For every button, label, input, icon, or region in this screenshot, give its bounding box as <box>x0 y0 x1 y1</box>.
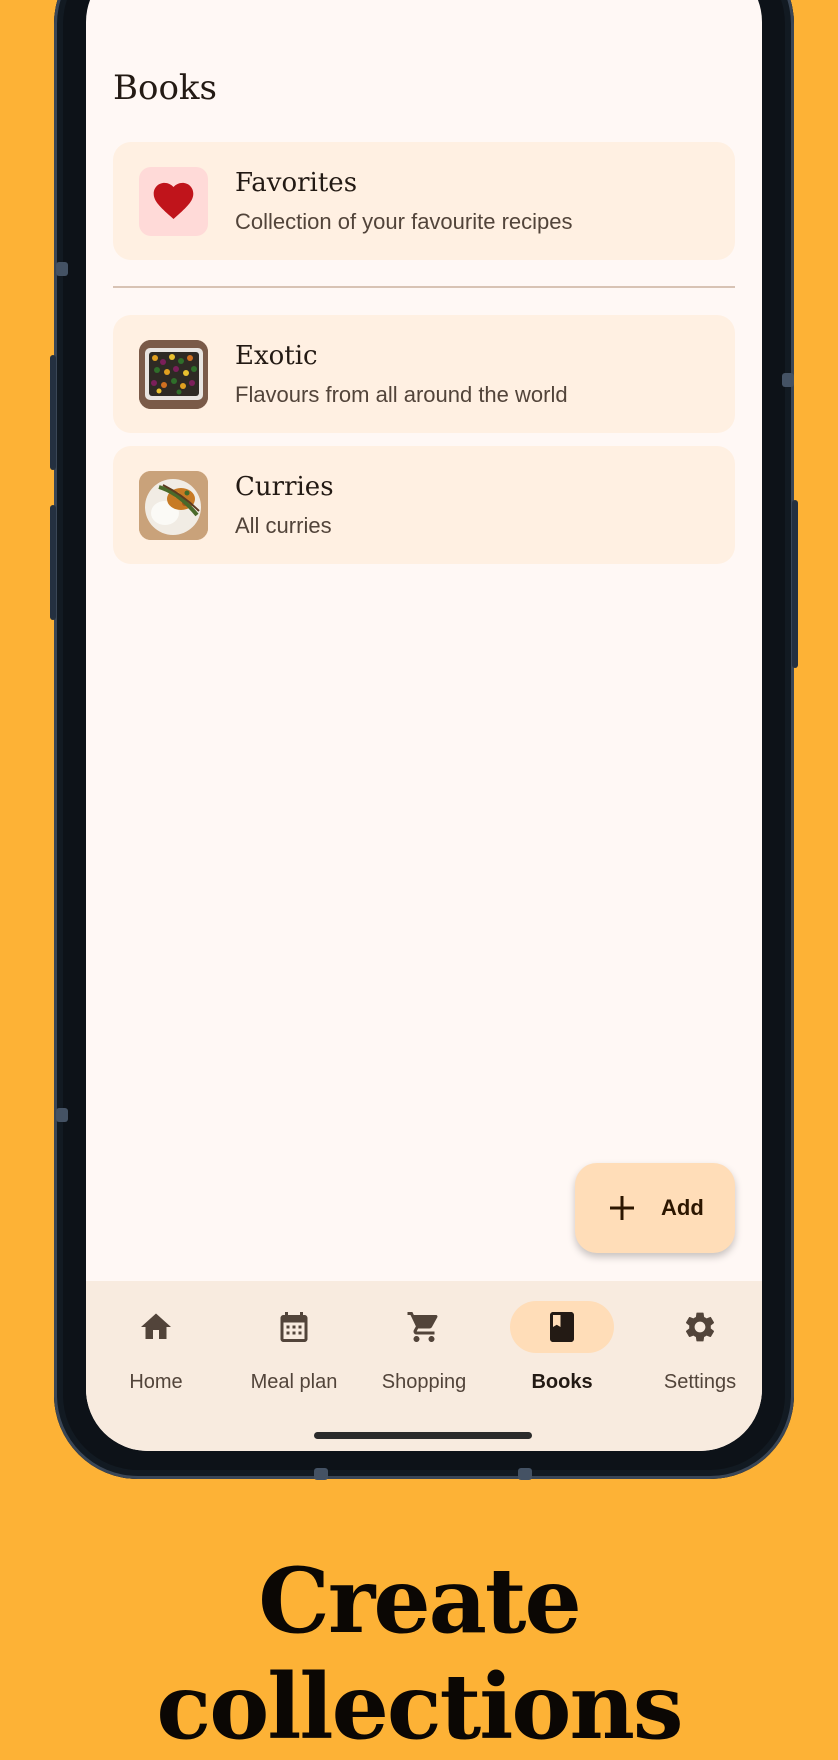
phone-antenna-line <box>56 262 68 276</box>
phone-antenna-line <box>314 1468 328 1480</box>
plus-icon <box>610 1196 634 1220</box>
phone-antenna-line <box>782 373 794 387</box>
add-button[interactable]: Add <box>575 1163 735 1253</box>
nav-item-meal-plan[interactable]: Meal plan <box>226 1281 362 1401</box>
phone-volume-up-button <box>50 355 56 470</box>
phone-antenna-line <box>518 1468 532 1480</box>
phone-screen: Books Favorites Collection of your favou… <box>86 0 762 1451</box>
divider <box>113 286 735 288</box>
book-title: Curries <box>235 472 334 502</box>
book-card-curries[interactable]: Curries All curries <box>113 446 735 564</box>
nav-label: Home <box>129 1371 183 1393</box>
marketing-caption: Create collections <box>156 1548 683 1760</box>
curry-dish-photo <box>139 471 208 540</box>
book-card-favorites[interactable]: Favorites Collection of your favourite r… <box>113 142 735 260</box>
exotic-dish-photo <box>139 340 208 409</box>
phone-volume-down-button <box>50 505 56 620</box>
nav-item-home[interactable]: Home <box>88 1281 224 1401</box>
book-icon <box>550 1312 574 1342</box>
cart-icon <box>407 1312 438 1342</box>
gear-icon <box>685 1312 715 1342</box>
gesture-home-indicator[interactable] <box>314 1432 532 1439</box>
add-button-label: Add <box>661 1195 704 1220</box>
nav-label: Shopping <box>381 1371 467 1393</box>
nav-item-settings[interactable]: Settings <box>632 1281 762 1401</box>
favorites-thumbnail <box>139 167 208 236</box>
nav-label: Books <box>531 1371 593 1393</box>
nav-item-shopping[interactable]: Shopping <box>356 1281 492 1401</box>
book-title: Exotic <box>235 341 318 371</box>
phone-power-button <box>792 500 798 668</box>
page-title: Books <box>113 68 217 108</box>
book-subtitle: Collection of your favourite recipes <box>235 209 573 234</box>
nav-label: Settings <box>663 1371 737 1393</box>
bottom-navigation: Home Meal plan Shopping Books Settings <box>86 1281 762 1451</box>
book-subtitle: Flavours from all around the world <box>235 382 568 407</box>
heart-icon <box>153 182 194 219</box>
book-card-exotic[interactable]: Exotic Flavours from all around the worl… <box>113 315 735 433</box>
book-subtitle: All curries <box>235 513 332 538</box>
phone-antenna-line <box>56 1108 68 1122</box>
book-title: Favorites <box>235 168 358 198</box>
nav-item-books[interactable]: Books <box>494 1281 630 1401</box>
calendar-icon <box>280 1312 308 1342</box>
nav-label: Meal plan <box>250 1371 338 1393</box>
home-icon <box>141 1313 171 1339</box>
